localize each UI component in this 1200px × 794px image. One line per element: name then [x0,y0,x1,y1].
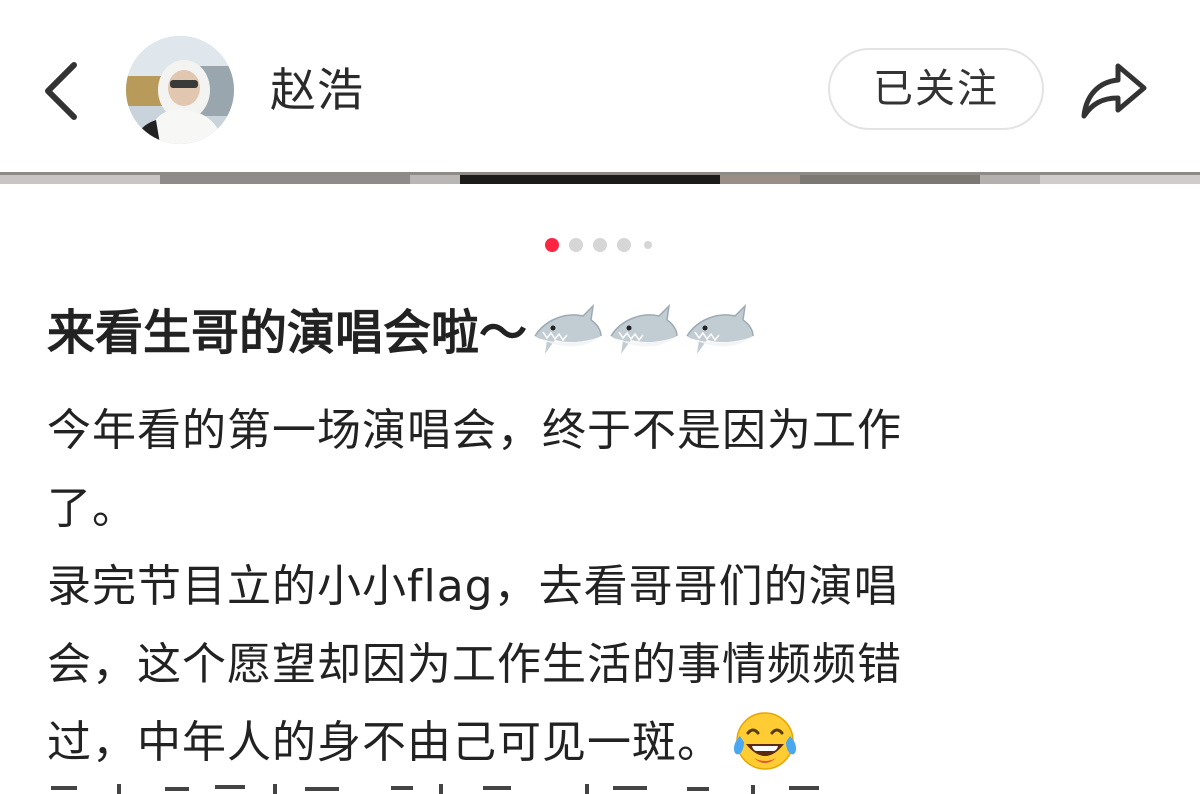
chevron-left-icon [45,62,77,120]
post-title: 来看生哥的演唱会啦～ [47,298,755,368]
user-avatar-icon [126,36,234,144]
post-body-line: 今年看的第一场演唱会，终于不是因为工作 [47,405,902,456]
pager-dot [569,238,583,252]
shark-emoji-icon [531,298,603,368]
post-title-text: 来看生哥的演唱会啦～ [47,305,528,361]
post-image-carousel[interactable] [0,172,1200,184]
back-button[interactable] [30,55,90,125]
pager-dot [617,238,631,252]
post-detail-screen: 赵浩 已关注 来看生哥的演唱会啦～ 今年看的第一场演唱会，终于不是因为工作 了。… [0,0,1200,794]
pager-dot-active [545,238,559,252]
post-body-line: 过，中年人的身不由己可见一斑。 [47,717,722,768]
author-name[interactable]: 赵浩 [270,60,364,120]
text-overflow-glyph-tops [51,784,819,794]
post-body-line: 会，这个愿望却因为工作生活的事情频频错 [47,639,902,690]
post-header: 赵浩 已关注 [0,0,1200,172]
follow-button[interactable]: 已关注 [828,48,1044,130]
avatar[interactable] [126,36,234,144]
pager-dot [644,241,652,249]
post-body-line: 了。 [47,483,137,534]
tears-of-joy-emoji-icon [730,706,800,776]
post-body: 今年看的第一场演唱会，终于不是因为工作 了。 录完节目立的小小flag，去看哥哥… [47,392,1157,782]
pager-dot [593,238,607,252]
post-body-overflow [47,778,1157,794]
post-body-line-with-emoji: 过，中年人的身不由己可见一斑。 [47,704,1157,782]
share-button[interactable] [1078,58,1150,122]
post-image [0,175,1200,184]
image-pager [0,236,1200,254]
shark-emoji-icon [607,298,679,368]
shark-emoji-icon [683,298,755,368]
post-body-line: 录完节目立的小小flag，去看哥哥们的演唱 [47,561,899,612]
share-arrow-icon [1081,63,1147,119]
